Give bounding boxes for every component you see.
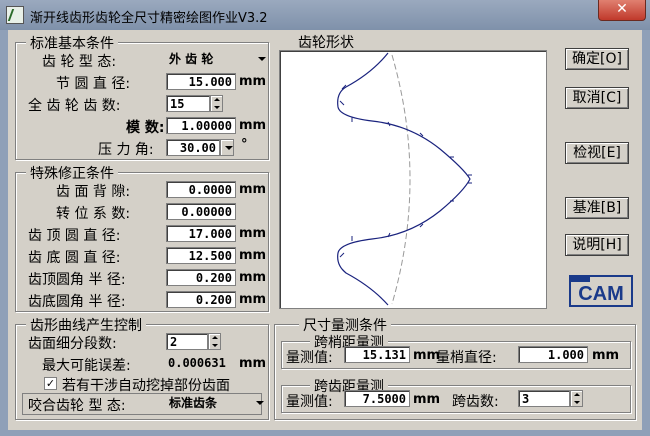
backlash-unit: mm [239,182,267,197]
max-error-label: 最大可能误差: [42,358,131,374]
module-label: 模 数: [126,120,165,136]
profile-shift-input[interactable]: 0.00000 [166,203,236,220]
backlash-input[interactable]: 0.0000 [166,181,236,198]
span-value-unit: mm [413,392,441,407]
pitch-circle-arc [391,54,411,305]
pin-measure-box: 跨梢距量测 量测值: 15.131 mm 量梢直径: 1.000 mm [281,332,631,369]
mating-gear-combo[interactable]: 标准齿条 [166,395,254,412]
pitch-diameter-input[interactable]: 15.000 [166,73,236,90]
app-window: 渐开线齿形齿轮全尺寸精密绘图作业V3.2 ✕ 标准基本条件 齿 轮 型 态: 外… [0,0,650,436]
datum-button[interactable]: 基准[B] [565,197,629,219]
gear-type-combo[interactable]: 外 齿 轮 [166,51,266,68]
max-error-unit: mm [239,356,267,371]
gear-profile-drawing [337,52,472,306]
curve-control-group: 齿形曲线产生控制 齿面细分段数: 2 最大可能误差: 0.000631 mm ✓… [15,315,269,420]
pitch-diameter-label: 节 圆 直 径: [56,76,131,92]
view-button[interactable]: 检视[E] [565,142,629,164]
tip-fillet-input[interactable]: 0.200 [166,269,236,286]
gear-type-label: 齿 轮 型 态: [42,54,117,70]
profile-shift-label: 转 位 系 数: [56,206,131,222]
gear-shape-legend: 齿轮形状 [294,32,358,52]
backlash-label: 齿 面 背 隙: [56,184,131,200]
pitch-diameter-unit: mm [239,74,267,89]
pressure-angle-input[interactable]: 30.00 [166,139,220,156]
app-icon [6,6,24,24]
mating-gear-dropdown-icon[interactable] [252,395,266,412]
mating-gear-label: 咬合齿轮 型 态: [28,398,126,414]
cancel-button[interactable]: 取消[C] [565,87,629,109]
root-fillet-input[interactable]: 0.200 [166,291,236,308]
gear-type-dropdown-icon[interactable] [254,51,268,68]
pressure-angle-label: 压 力 角: [98,142,154,158]
span-value-input[interactable]: 7.5000 [344,390,410,407]
ok-button[interactable]: 确定[O] [565,48,629,70]
pin-diameter-input[interactable]: 1.000 [518,346,588,363]
basic-conditions-legend: 标准基本条件 [26,33,118,53]
tip-fillet-unit: mm [239,270,267,285]
gear-tooth-profile [337,52,471,306]
segments-input[interactable]: 2 [166,333,208,350]
root-fillet-label: 齿底圆角 半 径: [28,294,126,310]
interference-label[interactable]: 若有干涉自动挖掉部份齿面 [62,375,230,395]
cam-logo-text: CAM [578,283,624,305]
window-title: 渐开线齿形齿轮全尺寸精密绘图作业V3.2 [30,11,268,26]
tip-diameter-input[interactable]: 17.000 [166,225,236,242]
cam-logo: CAM [569,275,633,307]
tooth-count-label: 全 齿 轮 齿 数: [28,98,121,114]
pressure-angle-dropdown-icon[interactable] [220,139,234,156]
segments-spinner[interactable] [208,333,221,350]
pin-diameter-label: 量梢直径: [436,350,497,366]
profile-markers [339,84,472,274]
module-unit: mm [239,118,267,133]
measure-group: 尺寸量测条件 跨梢距量测 量测值: 15.131 mm 量梢直径: 1.000 … [274,315,636,420]
span-measure-box: 跨齿距量测 量测值: 7.5000 mm 跨齿数: 3 [281,376,631,413]
interference-checkbox[interactable]: ✓ [44,377,57,390]
max-error-value: 0.000631 [168,356,226,370]
special-conditions-legend: 特殊修正条件 [26,163,118,183]
curve-control-legend: 齿形曲线产生控制 [26,315,146,335]
span-teeth-label: 跨齿数: [452,394,499,410]
root-diameter-label: 齿 底 圆 直 径: [28,250,121,266]
pressure-angle-unit: ° [241,137,248,152]
special-conditions-group: 特殊修正条件 齿 面 背 隙: 0.0000 mm 转 位 系 数: 0.000… [15,163,269,312]
span-teeth-input[interactable]: 3 [518,390,570,407]
gear-shape-canvas[interactable] [279,50,547,309]
tip-diameter-unit: mm [239,226,267,241]
tooth-count-spinner[interactable] [210,95,223,112]
pin-diameter-unit: mm [592,348,620,363]
basic-conditions-group: 标准基本条件 齿 轮 型 态: 外 齿 轮 节 圆 直 径: 15.000 mm… [15,33,269,160]
segments-label: 齿面细分段数: [28,336,117,352]
tip-diameter-label: 齿 顶 圆 直 径: [28,228,121,244]
close-button[interactable]: ✕ [598,0,646,21]
module-input[interactable]: 1.00000 [166,117,236,134]
span-value-label: 量测值: [286,394,333,410]
pin-value-input[interactable]: 15.131 [344,346,410,363]
root-fillet-unit: mm [239,292,267,307]
root-diameter-input[interactable]: 12.500 [166,247,236,264]
tooth-count-input[interactable]: 15 [166,95,210,112]
tip-fillet-label: 齿顶圆角 半 径: [28,272,126,288]
help-button[interactable]: 说明[H] [565,234,629,256]
span-teeth-spinner[interactable] [570,390,583,407]
root-diameter-unit: mm [239,248,267,263]
title-bar[interactable]: 渐开线齿形齿轮全尺寸精密绘图作业V3.2 ✕ [0,0,650,30]
pin-value-label: 量测值: [286,350,333,366]
client-area: 标准基本条件 齿 轮 型 态: 外 齿 轮 节 圆 直 径: 15.000 mm… [8,30,642,430]
